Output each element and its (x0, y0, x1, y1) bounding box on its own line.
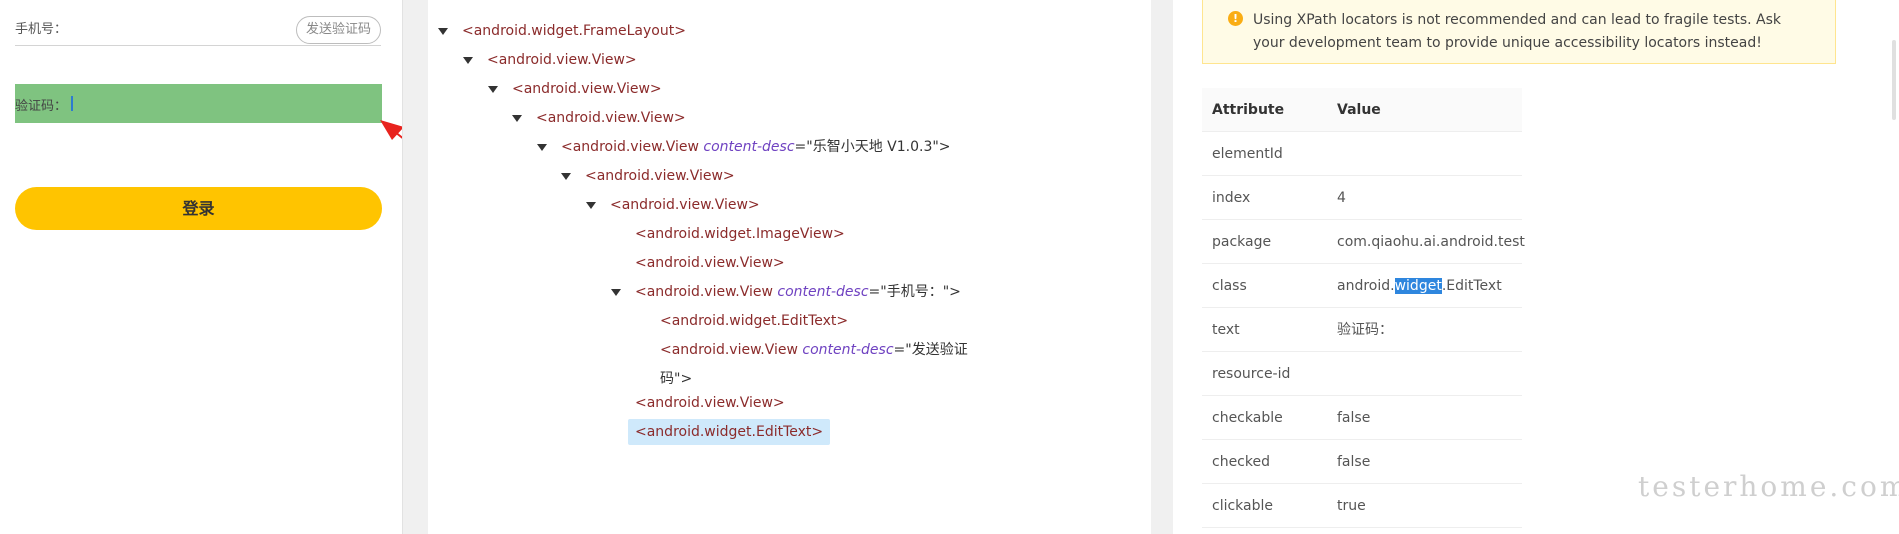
tree-node-tag: <android.view.View> (635, 395, 785, 411)
tree-node[interactable]: <android.widget.EditText> (660, 311, 848, 331)
attribute-name: checkable (1212, 410, 1283, 426)
tree-node-attr-value: ="发送验证 (893, 342, 968, 358)
tree-node-selected[interactable]: <android.widget.EditText> (628, 419, 831, 445)
attribute-name: elementId (1212, 146, 1283, 162)
value-suffix: .EditText (1441, 278, 1502, 294)
attribute-value[interactable]: com.qiaohu.ai.android.test (1337, 220, 1525, 264)
tree-node-tag: <android.view.View> (635, 255, 785, 271)
watermark: testerhome.com (1638, 470, 1899, 503)
attribute-name: resource-id (1212, 366, 1291, 382)
tree-node-tag: <android.widget.ImageView> (635, 226, 845, 242)
warning-icon: ! (1228, 11, 1243, 26)
xpath-warning-alert: ! Using XPath locators is not recommende… (1202, 0, 1836, 64)
expand-toggle-icon[interactable] (488, 86, 498, 93)
expand-toggle-icon[interactable] (463, 57, 473, 64)
expand-toggle-icon[interactable] (512, 115, 522, 122)
tree-node-attr-value: ="手机号："> (868, 284, 961, 300)
table-row: resource-id (1202, 352, 1522, 396)
attribute-name: class (1212, 278, 1247, 294)
scrollbar[interactable] (1892, 40, 1896, 120)
tree-node-tag: <android.widget.EditText> (635, 424, 824, 440)
tree-node[interactable]: <android.view.View content-desc="乐智小天地 V… (561, 137, 951, 157)
tree-node-attr-name: content-desc (802, 342, 894, 358)
expand-toggle-icon[interactable] (611, 289, 621, 296)
tree-node[interactable]: <android.view.View> (610, 195, 760, 215)
table-row: class android.widget.EditText (1202, 264, 1522, 308)
attribute-name: package (1212, 234, 1272, 250)
expand-toggle-icon[interactable] (537, 144, 547, 151)
verification-code-label: 验证码： (15, 99, 68, 114)
tree-node-tag: <android.widget.FrameLayout> (462, 23, 686, 39)
attribute-value[interactable]: false (1337, 396, 1370, 440)
attribute-name: checked (1212, 454, 1270, 470)
phone-number-label: 手机号： (15, 22, 68, 37)
attribute-name: text (1212, 322, 1240, 338)
tree-node-attr-value: ="乐智小天地 V1.0.3"> (794, 139, 951, 155)
attribute-name: clickable (1212, 498, 1274, 514)
expand-toggle-icon[interactable] (561, 173, 571, 180)
tree-node[interactable]: <android.view.View> (585, 166, 735, 186)
login-button[interactable]: 登录 (15, 187, 382, 230)
table-row: index 4 (1202, 176, 1522, 220)
source-tree: <android.widget.FrameLayout> <android.vie… (428, 0, 1151, 534)
attributes-table: Attribute Value elementId index 4 package co… (1202, 88, 1525, 528)
tree-node[interactable]: <android.widget.FrameLayout> (462, 21, 686, 41)
send-code-button[interactable]: 发送验证码 (295, 16, 381, 44)
attribute-value[interactable]: android.widget.EditText (1337, 264, 1502, 308)
table-row: elementId (1202, 132, 1522, 176)
table-header: Attribute Value (1202, 88, 1522, 132)
tree-node-tag: <android.view.View> (585, 168, 735, 184)
attribute-header: Attribute (1212, 102, 1285, 118)
tree-node-attr-value-cont: 码"> (660, 371, 693, 387)
tree-node[interactable]: <android.view.View content-desc="手机号："> (635, 282, 961, 302)
attribute-value[interactable]: true (1337, 484, 1366, 528)
verification-code-field[interactable]: 验证码： (15, 84, 382, 123)
tree-node-tag: <android.view.View (635, 284, 778, 300)
expand-toggle-icon[interactable] (438, 28, 448, 35)
tree-node[interactable]: <android.view.View> (635, 393, 785, 413)
panel-divider (402, 0, 428, 534)
panel-divider (1151, 0, 1173, 534)
tree-node[interactable]: <android.view.View> (512, 79, 662, 99)
value-header: Value (1337, 102, 1381, 118)
table-row: checked false (1202, 440, 1522, 484)
tree-node[interactable]: <android.view.View> (487, 50, 637, 70)
table-row: checkable false (1202, 396, 1522, 440)
tree-node[interactable]: <android.view.View> (536, 108, 686, 128)
selected-element-panel: ! Using XPath locators is not recommende… (1173, 0, 1899, 534)
attribute-value[interactable]: false (1337, 440, 1370, 484)
tree-node[interactable]: <android.view.View> (635, 253, 785, 273)
table-row: package com.qiaohu.ai.android.test (1202, 220, 1525, 264)
phone-number-field[interactable]: 手机号： 发送验证码 (15, 2, 381, 46)
value-selection-highlight: widget (1394, 278, 1442, 294)
attribute-name: index (1212, 190, 1251, 206)
tree-node[interactable]: <android.view.View content-desc="发送验证码"> (660, 336, 968, 394)
value-prefix: android. (1337, 278, 1395, 294)
tree-node-tag: <android.widget.EditText> (660, 313, 849, 329)
tree-node-tag: <android.view.View> (487, 52, 637, 68)
warning-text: Using XPath locators is not recommended … (1253, 12, 1782, 51)
tree-node-attr-name: content-desc (703, 139, 795, 155)
text-caret (71, 96, 73, 111)
expand-toggle-icon[interactable] (586, 202, 596, 209)
tree-node-tag: <android.view.View (561, 139, 704, 155)
tree-node-attr-name: content-desc (777, 284, 869, 300)
tree-node-tag: <android.view.View> (536, 110, 686, 126)
app-preview: 手机号： 发送验证码 验证码： 登录 (0, 0, 449, 534)
attribute-value[interactable]: 4 (1337, 176, 1346, 220)
tree-node-tag: <android.view.View> (610, 197, 760, 213)
table-row: text 验证码： (1202, 308, 1522, 352)
tree-node[interactable]: <android.widget.ImageView> (635, 224, 845, 244)
table-row: clickable true (1202, 484, 1522, 528)
tree-node-tag: <android.view.View> (512, 81, 662, 97)
tree-node-tag: <android.view.View (660, 342, 803, 358)
attribute-value[interactable]: 验证码： (1337, 308, 1393, 352)
